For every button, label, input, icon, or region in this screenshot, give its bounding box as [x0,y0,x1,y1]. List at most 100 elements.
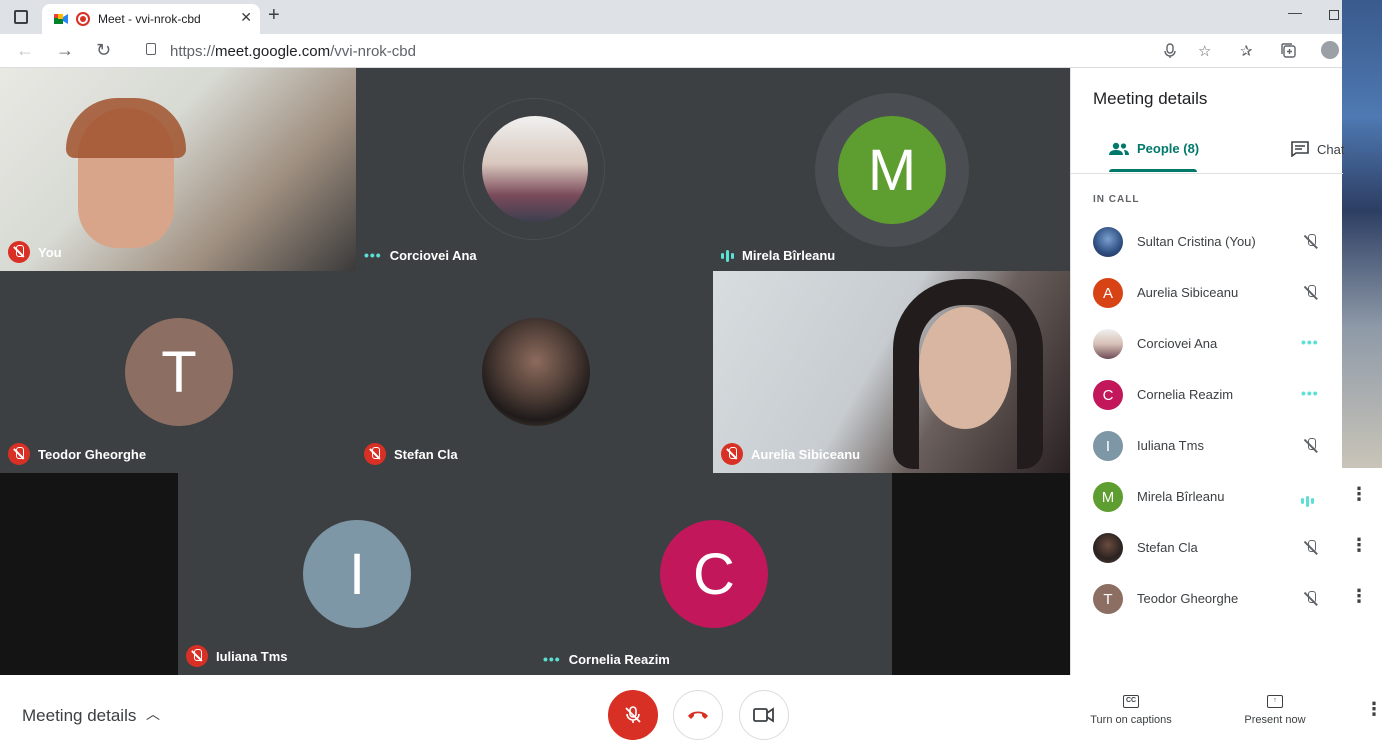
avatar [1093,329,1123,359]
participant-row[interactable]: Corciovei Ana ••• [1071,319,1343,370]
panel-title: Meeting details [1093,89,1208,108]
leave-call-button[interactable] [673,690,723,740]
closed-captions-icon: CC [1123,695,1139,708]
participant-name: Corciovei Ana [1137,336,1218,351]
participant-tile-iuliana[interactable]: I Iuliana Tms [178,473,535,675]
participant-tile-mirela[interactable]: M Mirela Bîrleanu [713,68,1070,271]
sidebar-icon[interactable] [14,10,28,24]
mic-off-icon [8,443,30,465]
mic-off-icon[interactable] [1301,589,1321,609]
present-now-button[interactable]: ↑ Present now [1238,695,1312,726]
meet-favicon [54,14,68,24]
browser-tab[interactable]: Meet - vvi-nrok-cbd ✕ [42,4,260,34]
mic-off-icon [364,443,386,465]
participant-namebar: Aurelia Sibiceanu [721,443,860,465]
favorites-icon[interactable]: ✰ [1240,42,1253,60]
section-heading: IN CALL [1093,194,1140,205]
active-tab-indicator [1109,169,1197,172]
hang-up-icon [688,711,708,719]
participant-row[interactable]: C Cornelia Reazim ••• [1071,370,1343,421]
url-text: https://meet.google.com/vvi-nrok-cbd [170,43,416,60]
mic-off-icon[interactable] [1301,436,1321,456]
participant-name: Corciovei Ana [389,247,477,263]
participant-tile-teodor[interactable]: T Teodor Gheorghe [0,271,356,473]
avatar: I [1093,431,1123,461]
tab-chat[interactable]: Chat [1291,141,1344,157]
participant-namebar: Mirela Bîrleanu [721,248,835,263]
captions-button[interactable]: CC Turn on captions [1083,695,1179,726]
more-options-icon[interactable]: ⋮ [1350,586,1368,607]
minimize-icon[interactable]: — [1288,4,1302,20]
forward-icon[interactable]: → [56,40,74,61]
recording-icon [76,12,90,26]
participant-tile-cornelia[interactable]: C ••• Cornelia Reazim [535,473,892,675]
meeting-details-button[interactable]: Meeting details [22,706,136,726]
avatar: T [125,318,233,426]
divider [1071,173,1343,174]
participant-name: Mirela Bîrleanu [742,248,836,263]
participant-namebar: ••• Corciovei Ana [364,247,477,263]
profile-icon[interactable] [1321,41,1339,59]
tab-people-label: People (8) [1137,141,1200,156]
chevron-up-icon[interactable]: ︿ [146,704,160,724]
participant-tile-you[interactable]: You [0,68,356,271]
participant-tile-stefan[interactable]: Stefan Cla [356,271,713,473]
speaking-icon [1301,495,1314,507]
present-screen-icon: ↑ [1267,695,1283,708]
avatar: M [1093,482,1123,512]
participant-row[interactable]: I Iuliana Tms [1071,421,1343,472]
tab-people[interactable]: People (8) [1109,141,1199,156]
tab-chat-label: Chat [1317,141,1345,157]
more-options-icon[interactable]: ⋮ [1350,484,1368,505]
meeting-details-panel: Meeting details People (8) Chat IN CALL … [1070,68,1344,675]
camera-icon [753,707,774,723]
captions-label: Turn on captions [1090,714,1172,726]
close-icon[interactable]: ✕ [240,9,252,26]
mic-off-icon [625,706,641,723]
more-dots-icon: ••• [1301,334,1319,350]
url-input[interactable]: https://meet.google.com/vvi-nrok-cbd [132,37,1222,65]
participant-tile-aurelia[interactable]: Aurelia Sibiceanu [713,271,1070,473]
avatar [1093,533,1123,563]
participant-namebar: Iuliana Tms [186,645,288,667]
collections-icon[interactable] [1281,43,1297,59]
avatar: I [303,520,411,628]
more-options-icon[interactable]: ⋮ [1350,535,1368,556]
back-icon[interactable]: ← [16,40,34,61]
participant-namebar: You [8,241,62,263]
participant-name: Aurelia Sibiceanu [751,446,861,462]
camera-toggle-button[interactable] [739,690,789,740]
more-options-icon[interactable]: ⋮ [1365,699,1382,720]
participant-row[interactable]: T Teodor Gheorghe [1071,574,1343,625]
participant-hair [893,279,1043,469]
browser-tab-bar: Meet - vvi-nrok-cbd ✕ + — [0,0,1342,34]
participant-name: You [38,244,62,260]
mic-off-icon [8,241,30,263]
new-tab-icon[interactable]: + [268,4,280,27]
participant-name: Iuliana Tms [1137,438,1204,453]
add-favorite-icon[interactable]: ☆ [1198,42,1211,60]
participant-row[interactable]: M Mirela Bîrleanu [1071,472,1343,523]
avatar: A [1093,278,1123,308]
avatar: C [1093,380,1123,410]
participant-name: Teodor Gheorghe [38,446,147,462]
participant-namebar: Stefan Cla [364,443,458,465]
participant-row[interactable]: A Aurelia Sibiceanu [1071,268,1343,319]
participant-row[interactable]: Sultan Cristina (You) [1071,217,1343,268]
reload-icon[interactable]: ↻ [96,40,111,61]
more-dots-icon: ••• [543,651,561,667]
mic-off-icon[interactable] [1301,538,1321,558]
participant-row[interactable]: Stefan Cla [1071,523,1343,574]
mic-off-icon[interactable] [1301,283,1321,303]
microphone-icon[interactable] [1164,43,1176,59]
more-dots-icon: ••• [1301,385,1319,401]
desktop-wallpaper [1342,0,1382,468]
participant-name: Stefan Cla [394,446,458,462]
participant-namebar: ••• Cornelia Reazim [543,651,670,667]
maximize-icon[interactable] [1329,10,1339,20]
participant-tile-corciovei[interactable]: ••• Corciovei Ana [356,68,713,271]
mic-off-icon[interactable] [1301,232,1321,252]
avatar [482,116,588,222]
participant-name: Cornelia Reazim [1137,387,1234,402]
mic-toggle-button[interactable] [608,690,658,740]
